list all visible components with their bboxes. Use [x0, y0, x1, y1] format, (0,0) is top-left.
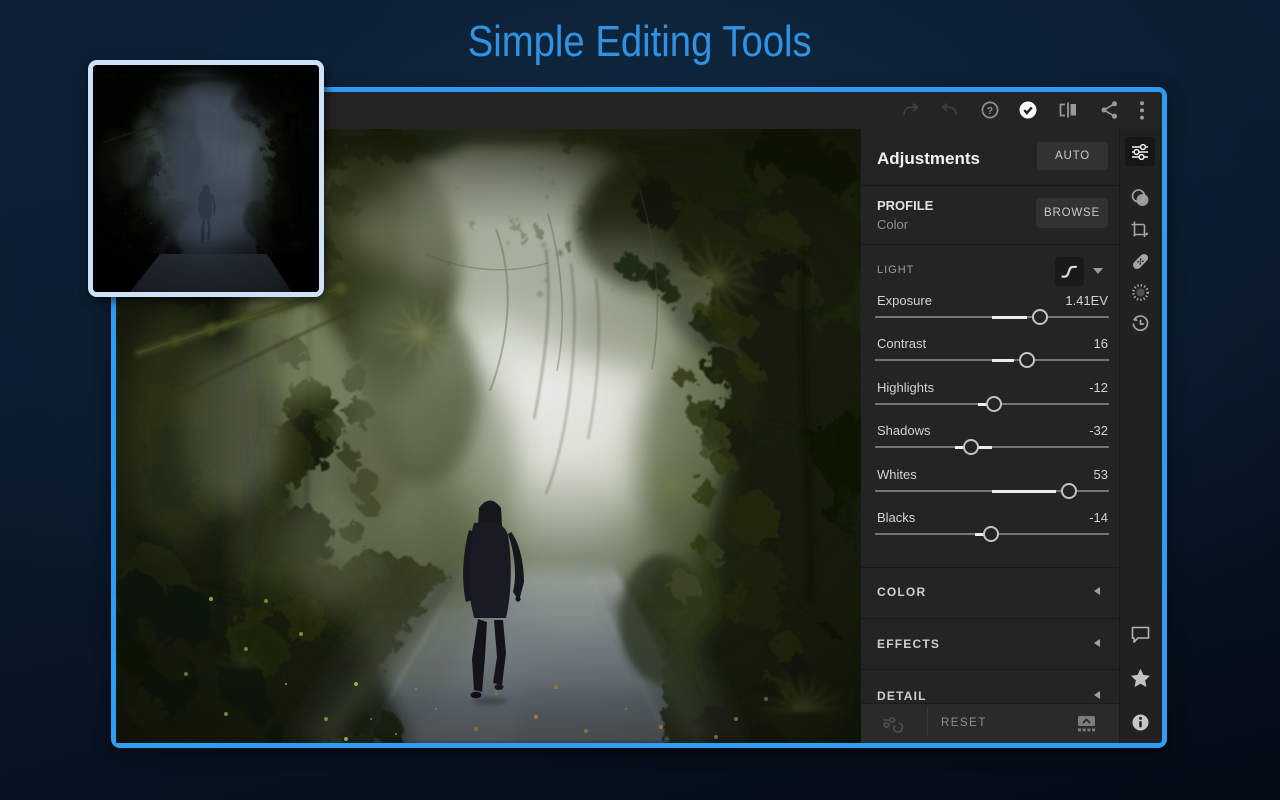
- svg-text:?: ?: [987, 105, 993, 117]
